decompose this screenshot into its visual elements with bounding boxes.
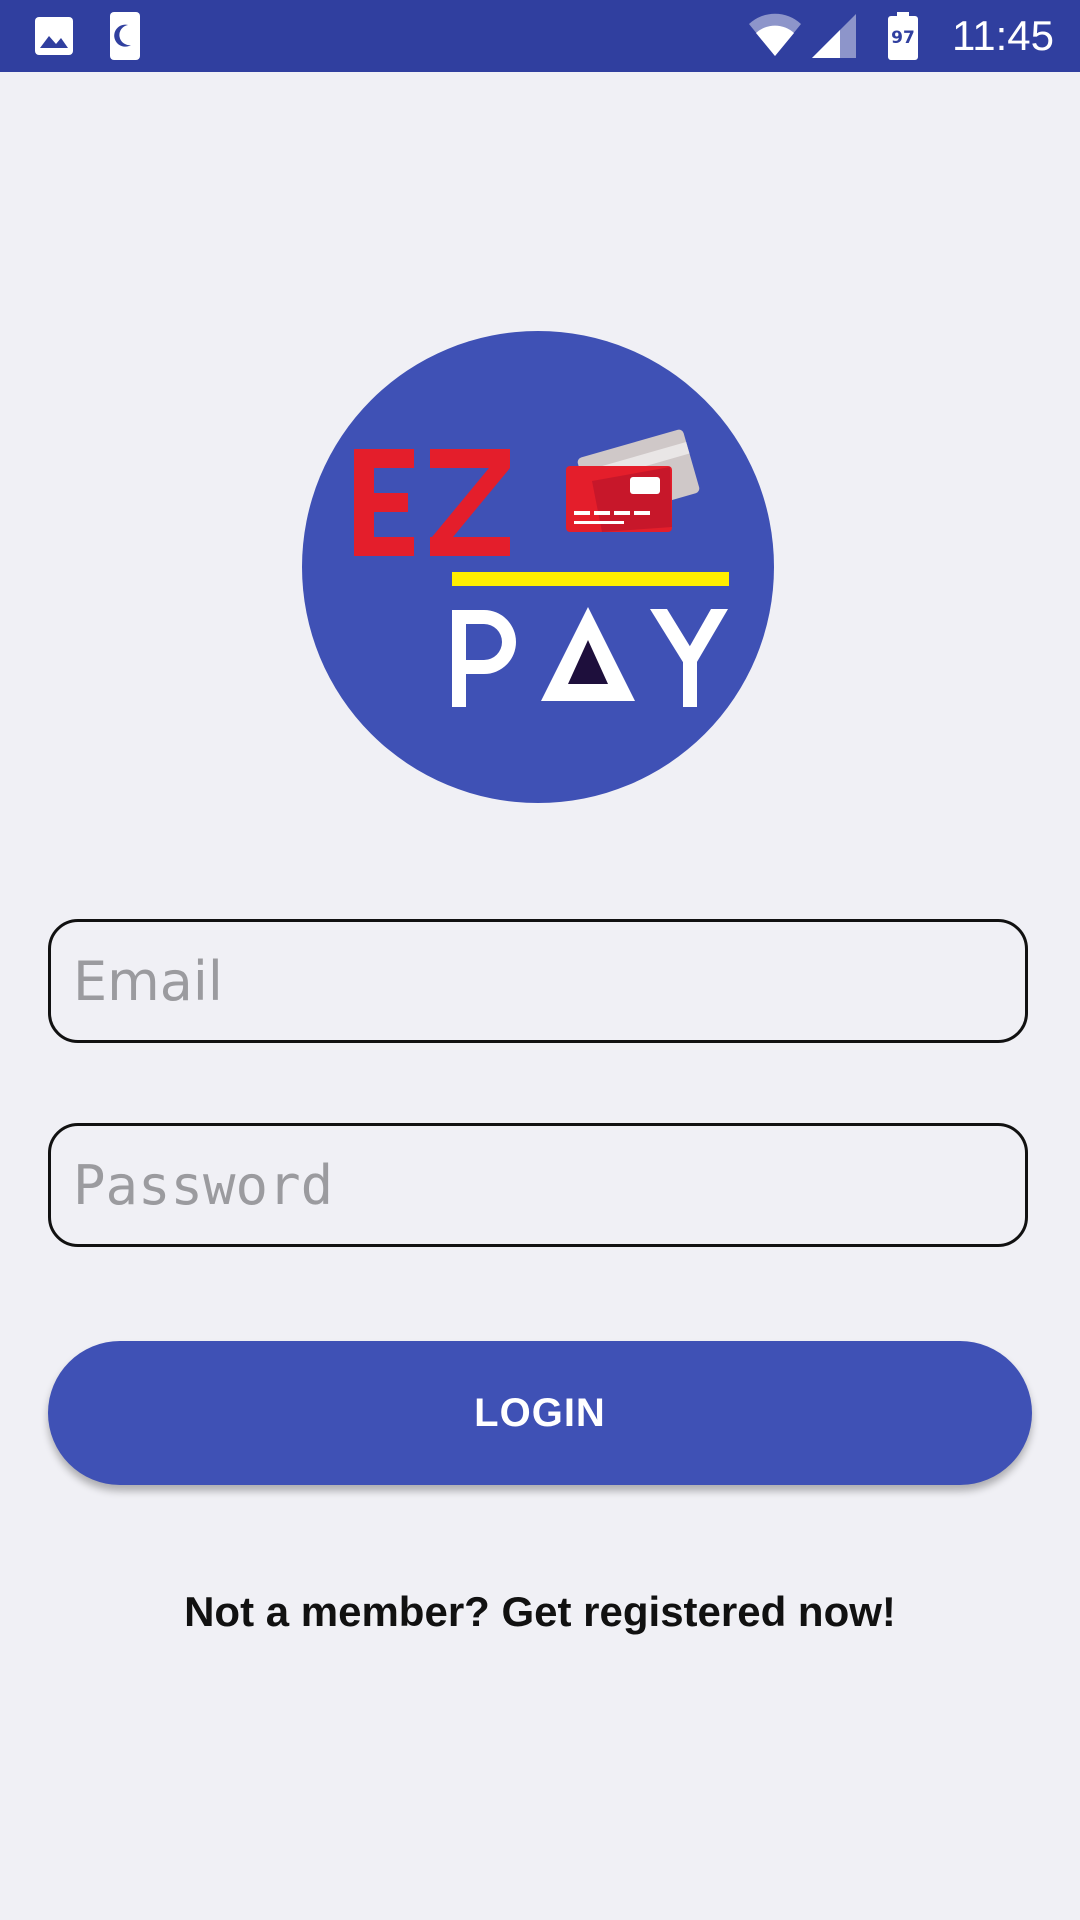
wifi-icon bbox=[748, 12, 802, 63]
cell-signal-icon bbox=[812, 14, 856, 63]
ezpay-logo bbox=[302, 331, 774, 803]
status-time: 11:45 bbox=[952, 12, 1054, 59]
battery-icon: 97 bbox=[888, 12, 918, 60]
logo-letter-e bbox=[354, 449, 414, 556]
password-field[interactable] bbox=[48, 1123, 1028, 1247]
status-bar: 97 11:45 bbox=[0, 0, 1080, 72]
register-link[interactable]: Not a member? Get registered now! bbox=[0, 1588, 1080, 1636]
moon-icon bbox=[110, 12, 140, 65]
email-field[interactable] bbox=[48, 919, 1028, 1043]
image-icon bbox=[34, 16, 74, 61]
battery-level: 97 bbox=[891, 28, 915, 48]
login-screen: 97 11:45 Email LOGIN Not a member? Get r… bbox=[0, 0, 1080, 1920]
logo-divider bbox=[452, 572, 729, 586]
login-button[interactable]: LOGIN bbox=[48, 1341, 1032, 1485]
